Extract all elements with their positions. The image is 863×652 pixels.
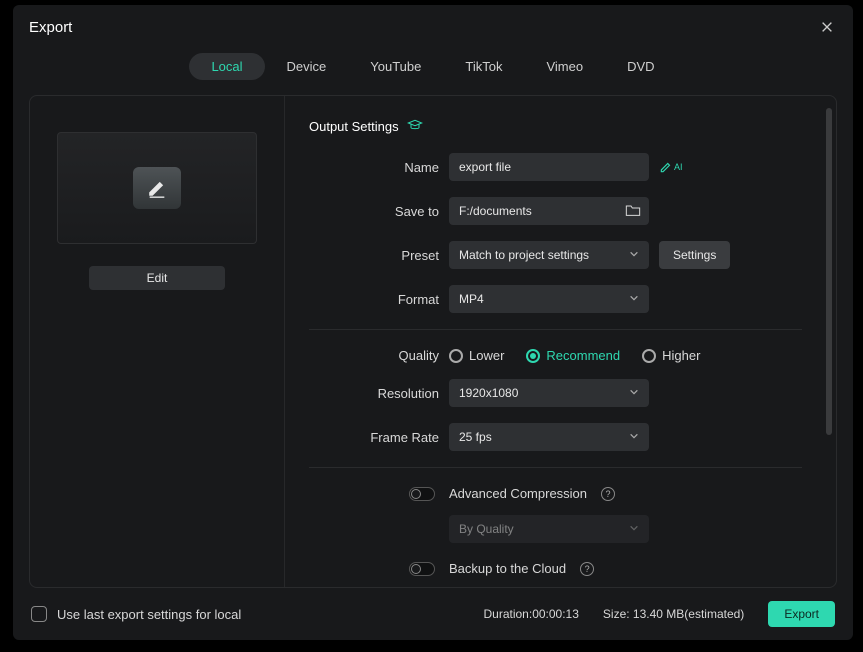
dialog-body: Edit Output Settings Name AI Sa [29,95,837,588]
separator [309,329,802,330]
chevron-down-icon [629,522,639,536]
row-name: Name AI [309,153,802,181]
edit-preview-button[interactable]: Edit [89,266,225,290]
folder-icon[interactable] [625,203,641,220]
saveto-field[interactable]: F:/documents [449,197,649,225]
scrollbar[interactable] [826,108,832,575]
export-dialog: Export Local Device YouTube TikTok Vimeo… [13,5,853,640]
ai-suffix: AI [674,162,683,172]
separator [309,467,802,468]
preview-panel: Edit [30,96,285,587]
format-dropdown[interactable]: MP4 [449,285,649,313]
size-value: 13.40 MB(estimated) [633,607,744,621]
output-settings-header: Output Settings [309,118,802,135]
chevron-down-icon [629,386,639,400]
resolution-dropdown[interactable]: 1920x1080 [449,379,649,407]
titlebar: Export [13,5,853,49]
row-framerate: Frame Rate 25 fps [309,423,802,451]
quality-lower-label: Lower [469,348,504,363]
tab-youtube[interactable]: YouTube [348,53,443,80]
format-value: MP4 [459,292,484,306]
footer-right: Duration:00:00:13 Size: 13.40 MB(estimat… [483,601,835,627]
dialog-title: Export [29,19,72,36]
output-settings-panel: Output Settings Name AI Save to F:/docum… [285,96,836,587]
help-icon[interactable]: ? [601,487,615,501]
tab-dvd[interactable]: DVD [605,53,676,80]
saveto-label: Save to [309,204,439,219]
export-tabs: Local Device YouTube TikTok Vimeo DVD [13,49,853,83]
advanced-compression-label: Advanced Compression [449,486,587,501]
size-label: Size: [603,607,633,621]
framerate-label: Frame Rate [309,430,439,445]
row-backup-cloud: Backup to the Cloud ? [309,561,802,576]
use-last-settings-label: Use last export settings for local [57,607,241,622]
advanced-compression-toggle[interactable] [409,487,435,501]
backup-cloud-label: Backup to the Cloud [449,561,566,576]
row-compression-mode: By Quality [309,515,802,543]
tab-local[interactable]: Local [189,53,264,80]
preset-dropdown[interactable]: Match to project settings [449,241,649,269]
pencil-icon [133,167,181,209]
name-input[interactable] [449,153,649,181]
compression-mode-dropdown: By Quality [449,515,649,543]
output-settings-title: Output Settings [309,119,399,134]
row-quality: Quality Lower Recommend Higher [309,348,802,363]
duration-label: Duration: [483,607,532,621]
export-button[interactable]: Export [768,601,835,627]
saveto-value: F:/documents [459,204,532,218]
tab-vimeo[interactable]: Vimeo [524,53,605,80]
name-label: Name [309,160,439,175]
chevron-down-icon [629,248,639,262]
row-preset: Preset Match to project settings Setting… [309,241,802,269]
quality-label: Quality [309,348,439,363]
resolution-label: Resolution [309,386,439,401]
compression-mode-value: By Quality [459,522,514,536]
tab-tiktok[interactable]: TikTok [443,53,524,80]
quality-higher-label: Higher [662,348,700,363]
preset-label: Preset [309,248,439,263]
quality-recommend-label: Recommend [546,348,620,363]
close-button[interactable] [817,17,837,37]
preview-thumbnail[interactable] [57,132,257,244]
backup-cloud-toggle[interactable] [409,562,435,576]
row-save-to: Save to F:/documents [309,197,802,225]
preset-value: Match to project settings [459,248,589,262]
chevron-down-icon [629,430,639,444]
dialog-footer: Use last export settings for local Durat… [13,588,853,640]
quality-higher-radio[interactable]: Higher [642,348,700,363]
framerate-dropdown[interactable]: 25 fps [449,423,649,451]
close-icon [820,20,834,34]
chevron-down-icon [629,292,639,306]
duration-value: 00:00:13 [532,607,579,621]
tab-device[interactable]: Device [265,53,349,80]
quality-radio-group: Lower Recommend Higher [449,348,700,363]
framerate-value: 25 fps [459,430,492,444]
use-last-settings-checkbox[interactable] [31,606,47,622]
row-advanced-compression: Advanced Compression ? [309,486,802,501]
ai-rename-button[interactable]: AI [659,160,683,174]
quality-lower-radio[interactable]: Lower [449,348,504,363]
quality-recommend-radio[interactable]: Recommend [526,348,620,363]
row-format: Format MP4 [309,285,802,313]
row-resolution: Resolution 1920x1080 [309,379,802,407]
preset-settings-button[interactable]: Settings [659,241,730,269]
footer-left: Use last export settings for local [31,606,241,622]
scrollbar-thumb[interactable] [826,108,832,435]
size-info: Size: 13.40 MB(estimated) [603,607,744,621]
pen-icon [659,160,673,174]
help-icon[interactable]: ? [580,562,594,576]
resolution-value: 1920x1080 [459,386,518,400]
format-label: Format [309,292,439,307]
duration-info: Duration:00:00:13 [483,607,578,621]
graduation-cap-icon[interactable] [407,118,423,135]
